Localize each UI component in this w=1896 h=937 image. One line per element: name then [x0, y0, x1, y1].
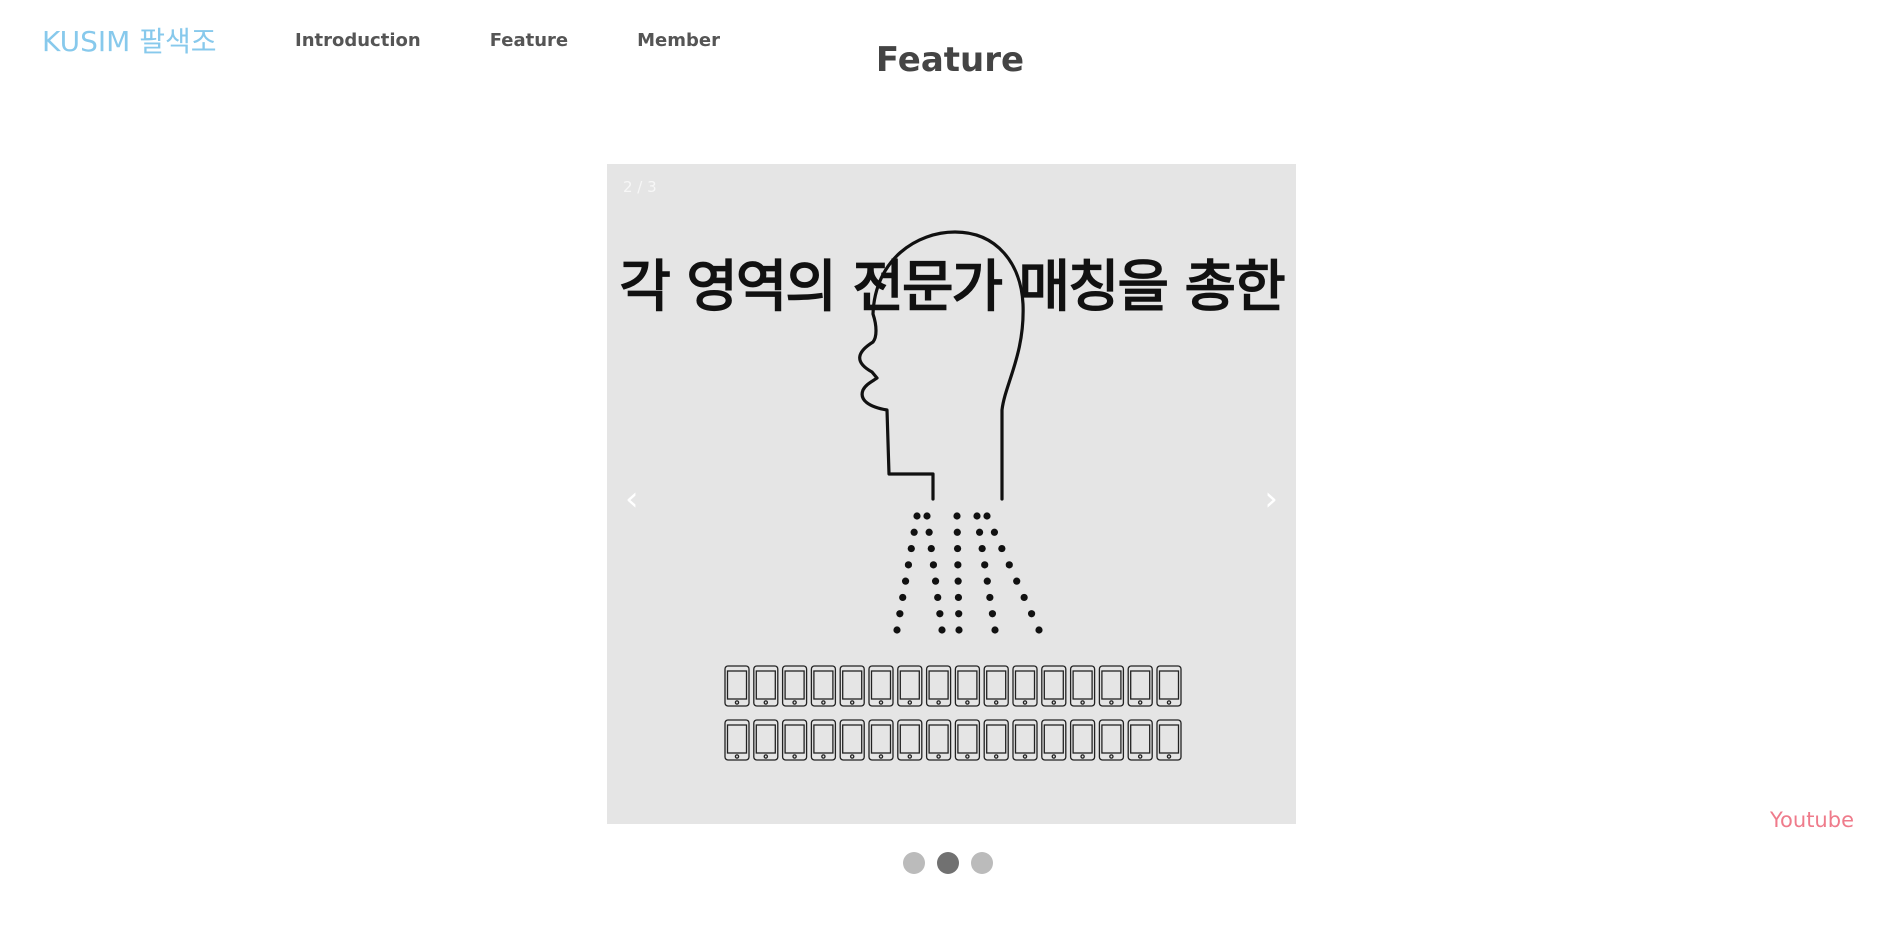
phone-icon [724, 665, 750, 707]
phone-icon [983, 665, 1009, 707]
phone-icon [868, 719, 894, 761]
section-title: Feature [0, 40, 1896, 80]
sound-dot [923, 512, 931, 520]
sound-dot [975, 528, 984, 536]
sound-dot [1027, 610, 1036, 618]
phone-icon [1069, 665, 1096, 707]
sound-dot [955, 610, 963, 618]
sound-dot [901, 577, 910, 585]
sound-dot [907, 544, 915, 553]
phone-icon [753, 719, 779, 761]
slide-dot-1[interactable] [903, 852, 925, 874]
sound-dot [1020, 593, 1028, 602]
sound-dot [991, 626, 999, 634]
phone-icon [1012, 665, 1038, 707]
sound-dot [1013, 577, 1021, 585]
sound-dot [954, 593, 963, 602]
sound-dot [1005, 561, 1013, 569]
phone-icon [1041, 665, 1067, 707]
sound-dot [973, 512, 981, 520]
phone-icon [954, 719, 981, 761]
slide-dot-2[interactable] [937, 852, 959, 874]
sound-dot [910, 528, 918, 536]
phone-icon [781, 719, 808, 761]
sound-dot [913, 512, 921, 520]
sound-dot [983, 577, 991, 585]
phone-icon [1156, 665, 1182, 707]
youtube-link[interactable]: Youtube [1770, 808, 1854, 832]
sound-dot [983, 512, 991, 520]
phone-icon [839, 665, 865, 707]
sound-dot [953, 528, 961, 536]
phone-icon [1098, 719, 1125, 761]
section-title-text: Feature [875, 40, 1025, 80]
slide-headline: 각 영역의 전문가 매칭을 총한 [619, 255, 1285, 320]
sound-dot [899, 593, 907, 602]
sound-dot [998, 544, 1006, 553]
phone-icon [810, 719, 837, 761]
sound-dot [904, 561, 913, 569]
sound-dot [953, 512, 961, 520]
sound-dot [988, 610, 997, 618]
sound-dots [893, 512, 1043, 634]
sound-dot [954, 561, 962, 569]
sound-dot [953, 544, 962, 553]
phone-icon [954, 665, 981, 707]
sound-dot [934, 593, 942, 602]
phone-icon [810, 665, 837, 707]
slideshow: 2 / 3 각 영역의 전문가 매칭을 총한 ‹ › [607, 164, 1296, 824]
phone-icon [839, 719, 865, 761]
slide-dots [0, 852, 1896, 874]
phone-icon [897, 665, 923, 707]
phone-grid [724, 665, 1182, 761]
phone-icon [1041, 719, 1067, 761]
phone-icon [1127, 665, 1153, 707]
sound-dot [955, 626, 963, 634]
sound-dot [981, 561, 989, 569]
sound-dot [925, 528, 933, 536]
phone-icon [724, 719, 750, 761]
phone-icon [753, 665, 779, 707]
sound-dot [1035, 626, 1043, 634]
sound-dot [954, 577, 962, 585]
sound-dot [936, 610, 944, 618]
phone-icon [1069, 719, 1096, 761]
sound-dot [931, 577, 940, 585]
phone-icon [1012, 719, 1038, 761]
sound-dot [893, 626, 901, 634]
phone-icon [868, 665, 894, 707]
phone-icon [781, 665, 808, 707]
sound-dot [938, 626, 946, 634]
sound-dot [927, 544, 935, 553]
sound-dot [896, 610, 904, 618]
phone-icon [925, 719, 952, 761]
phone-icon [1098, 665, 1125, 707]
phone-icon [1127, 719, 1153, 761]
phone-icon [897, 719, 923, 761]
phone-icon [983, 719, 1009, 761]
sound-dot [978, 544, 986, 553]
sound-dot [929, 561, 938, 569]
sound-dot [990, 528, 999, 536]
phone-icon [925, 665, 952, 707]
page: KUSIM 팔색조 Introduction Feature Member Fe… [0, 0, 1896, 937]
phone-icon [1156, 719, 1182, 761]
next-arrow-icon[interactable]: › [1264, 482, 1278, 516]
prev-arrow-icon[interactable]: ‹ [625, 482, 639, 516]
sound-dot [986, 593, 994, 602]
slide-dot-3[interactable] [971, 852, 993, 874]
